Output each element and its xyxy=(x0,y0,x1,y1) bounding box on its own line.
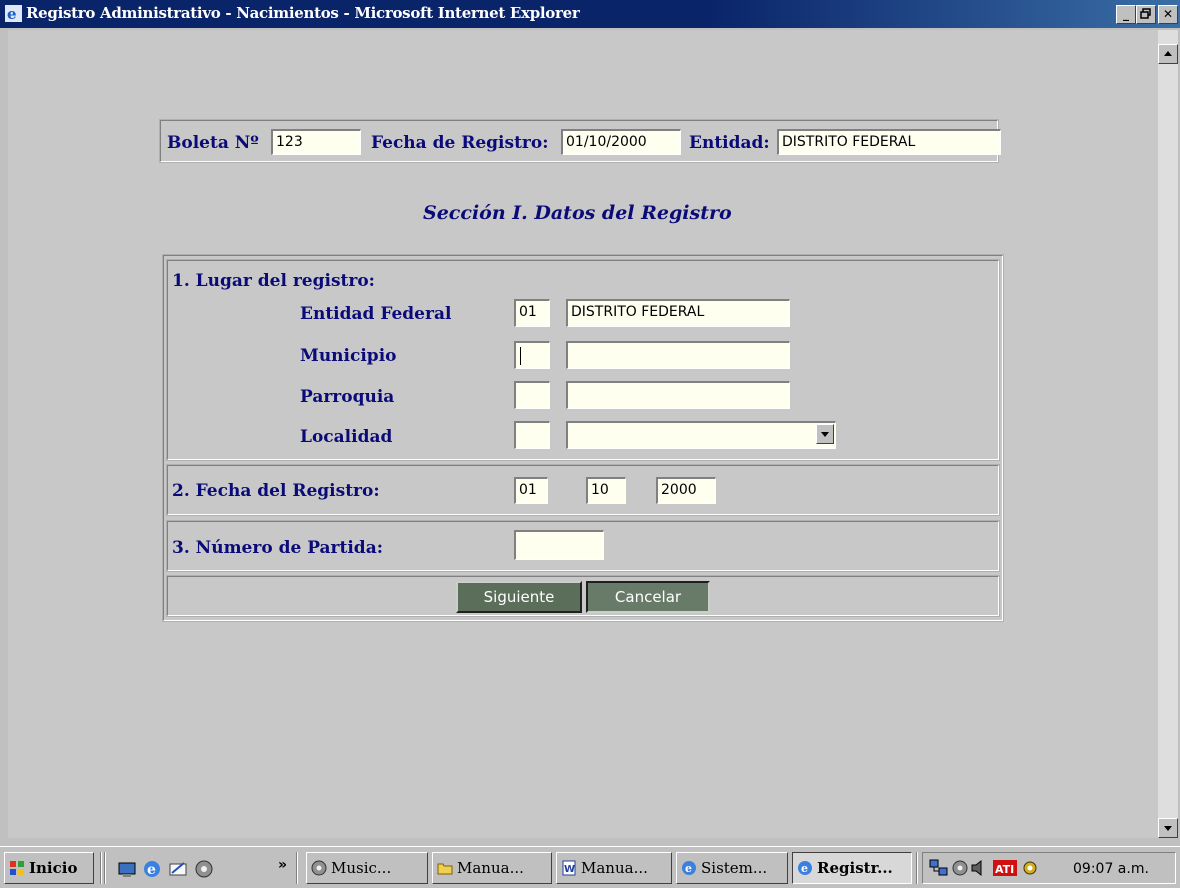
svg-text:W: W xyxy=(564,864,575,875)
boleta-label: Boleta Nº xyxy=(167,133,259,153)
chevron-down-icon xyxy=(821,432,829,437)
task-button-manual-word[interactable]: W Manua... xyxy=(556,852,672,884)
task-label: Sistem... xyxy=(701,859,768,877)
parroquia-code[interactable] xyxy=(514,381,550,409)
task-button-manual-folder[interactable]: Manua... xyxy=(432,852,552,884)
taskbar-separator xyxy=(916,852,918,884)
folder-icon xyxy=(437,863,453,875)
parroquia-name[interactable] xyxy=(566,381,790,409)
parroquia-label: Parroquia xyxy=(300,387,395,407)
entidad-federal-name[interactable]: DISTRITO FEDERAL xyxy=(566,299,790,327)
start-button[interactable]: Inicio xyxy=(4,852,94,884)
browser-content: Boleta Nº 123 Fecha de Registro: 01/10/2… xyxy=(8,30,1158,838)
task-button-sistema[interactable]: e Sistem... xyxy=(676,852,788,884)
show-desktop-icon[interactable] xyxy=(118,860,136,878)
window-title-bar[interactable]: e Registro Administrativo - Nacimientos … xyxy=(0,0,1180,28)
form-container: 1. Lugar del registro: Entidad Federal 0… xyxy=(162,254,1004,622)
lugar-registro-panel: 1. Lugar del registro: Entidad Federal 0… xyxy=(166,259,1000,461)
media-icon[interactable] xyxy=(951,859,969,877)
task-label: Registr... xyxy=(817,859,893,877)
entidad-federal-code[interactable]: 01 xyxy=(514,299,550,327)
window-title: Registro Administrativo - Nacimientos - … xyxy=(26,4,580,22)
section-title: Sección I. Datos del Registro xyxy=(423,202,732,224)
numero-partida-field[interactable] xyxy=(514,530,604,560)
arrow-down-icon xyxy=(1164,826,1172,831)
restore-icon xyxy=(1140,8,1151,19)
ati-icon[interactable]: ATI xyxy=(993,859,1017,877)
windows-logo-icon xyxy=(10,861,24,875)
text-cursor xyxy=(520,347,521,365)
clock: 09:07 a.m. xyxy=(1073,861,1149,877)
fecha-mes-field[interactable]: 10 xyxy=(586,477,626,504)
taskbar-separator xyxy=(296,852,298,884)
task-button-registro-active[interactable]: e Registr... xyxy=(792,852,912,884)
boleta-field[interactable]: 123 xyxy=(271,129,361,155)
lugar-registro-heading: 1. Lugar del registro: xyxy=(172,271,375,291)
task-button-music[interactable]: Music... xyxy=(306,852,428,884)
header-panel: Boleta Nº 123 Fecha de Registro: 01/10/2… xyxy=(159,119,1001,163)
media-player-icon[interactable] xyxy=(194,859,214,879)
entidad-label: Entidad: xyxy=(689,133,770,153)
entidad-federal-label: Entidad Federal xyxy=(300,304,452,324)
arrow-up-icon xyxy=(1164,51,1172,56)
fecha-registro-label: Fecha de Registro: xyxy=(371,133,549,153)
cancelar-button[interactable]: Cancelar xyxy=(586,581,710,613)
numero-partida-panel: 3. Número de Partida: xyxy=(166,520,1000,572)
fecha-registro-panel: 2. Fecha del Registro: 01 10 2000 xyxy=(166,464,1000,516)
numero-partida-heading: 3. Número de Partida: xyxy=(172,538,383,558)
word-document-icon: W xyxy=(562,860,576,876)
dropdown-arrow-button[interactable] xyxy=(816,424,834,444)
svg-text:e: e xyxy=(801,862,808,875)
vertical-scrollbar[interactable] xyxy=(1158,30,1178,838)
svg-text:ATI: ATI xyxy=(995,863,1014,876)
volume-icon[interactable] xyxy=(971,859,985,877)
network-icon[interactable] xyxy=(929,859,949,877)
municipio-name[interactable] xyxy=(566,341,790,369)
localidad-label: Localidad xyxy=(300,427,393,447)
task-label: Manua... xyxy=(457,859,524,877)
system-tray: ATI 09:07 a.m. xyxy=(922,852,1176,884)
scroll-up-button[interactable] xyxy=(1158,44,1178,64)
svg-text:e: e xyxy=(7,5,17,22)
localidad-select[interactable] xyxy=(566,421,836,449)
start-label: Inicio xyxy=(29,859,78,877)
svg-text:e: e xyxy=(147,862,156,878)
entidad-field[interactable]: DISTRITO FEDERAL xyxy=(777,129,1001,155)
fecha-anio-field[interactable]: 2000 xyxy=(656,477,716,504)
quick-launch-chevron[interactable]: » xyxy=(278,857,287,873)
ie-icon: e xyxy=(5,5,22,22)
scroll-down-button[interactable] xyxy=(1158,818,1178,838)
media-player-icon xyxy=(311,860,327,876)
fecha-registro-heading: 2. Fecha del Registro: xyxy=(172,481,380,501)
gear-icon[interactable] xyxy=(1021,859,1039,877)
taskbar-separator xyxy=(100,852,102,884)
internet-explorer-icon: e xyxy=(798,861,812,875)
minimize-button[interactable]: _ xyxy=(1116,5,1136,24)
maximize-button[interactable] xyxy=(1136,5,1156,24)
siguiente-button[interactable]: Siguiente xyxy=(456,581,582,613)
taskbar-separator xyxy=(104,852,106,884)
municipio-label: Municipio xyxy=(300,346,397,366)
outlook-express-icon[interactable] xyxy=(168,859,188,879)
localidad-code[interactable] xyxy=(514,421,550,449)
button-row: Siguiente Cancelar xyxy=(166,575,1000,617)
internet-explorer-icon: e xyxy=(682,861,696,875)
svg-text:e: e xyxy=(685,862,692,875)
close-button[interactable]: ✕ xyxy=(1158,5,1178,24)
fecha-registro-field[interactable]: 01/10/2000 xyxy=(561,129,681,155)
fecha-dia-field[interactable]: 01 xyxy=(514,477,548,504)
internet-explorer-icon[interactable]: e xyxy=(142,859,162,879)
taskbar: Inicio e » Music... Manua... W Manua... e… xyxy=(0,846,1180,888)
task-label: Manua... xyxy=(581,859,648,877)
task-label: Music... xyxy=(331,859,392,877)
